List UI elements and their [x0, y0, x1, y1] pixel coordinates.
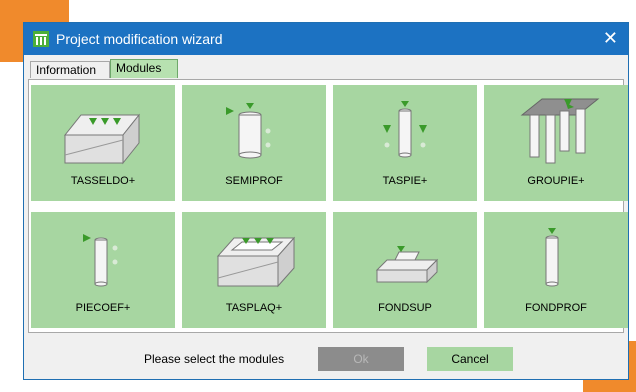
module-label: GROUPIE+: [527, 175, 585, 187]
module-label: TASSELDO+: [70, 175, 136, 187]
module-label: TASPIE+: [382, 175, 428, 187]
pile-coefficient-icon: [83, 234, 118, 287]
module-tile-semiprof[interactable]: SEMIPROF: [182, 85, 326, 201]
slab-foundation-icon: [63, 113, 141, 165]
wizard-window: Project modification wizard ✕ Informatio…: [23, 22, 629, 380]
status-text: Please select the modules: [144, 352, 285, 366]
module-label: SEMIPROF: [225, 175, 283, 187]
window-title: Project modification wizard: [56, 31, 223, 47]
ok-button[interactable]: Ok: [318, 347, 404, 371]
pile-icon: [383, 101, 427, 158]
module-tile-piecoef[interactable]: PIECOEF+: [31, 212, 175, 328]
module-label: TASPLAQ+: [225, 302, 283, 314]
module-tile-tasplaq[interactable]: TASPLAQ+: [182, 212, 326, 328]
module-label: PIECOEF+: [75, 302, 131, 314]
shallow-foundation-icon: [375, 246, 439, 284]
table-icon: [33, 31, 49, 47]
module-tile-tasseldo[interactable]: TASSELDO+: [31, 85, 175, 201]
title-bar: Project modification wizard ✕: [24, 23, 628, 55]
close-icon[interactable]: ✕: [603, 28, 618, 48]
semi-deep-foundation-icon: [226, 103, 271, 159]
cancel-button[interactable]: Cancel: [427, 347, 513, 371]
tab-modules[interactable]: Modules: [110, 59, 178, 78]
module-label: FONDPROF: [525, 302, 587, 314]
modules-panel: TASSELDO+ SEMIPROF TASPIE+ GROUPIE+ PIEC…: [28, 79, 628, 333]
raft-foundation-icon: [216, 236, 296, 288]
module-tile-fondsup[interactable]: FONDSUP: [333, 212, 477, 328]
tab-information[interactable]: Information: [30, 61, 110, 78]
module-tile-groupie[interactable]: GROUPIE+: [484, 85, 628, 201]
module-tile-taspie[interactable]: TASPIE+: [333, 85, 477, 201]
module-label: FONDSUP: [378, 302, 432, 314]
module-tile-fondprof[interactable]: FONDPROF: [484, 212, 628, 328]
deep-foundation-icon: [545, 228, 559, 287]
pile-group-icon: [520, 98, 600, 164]
